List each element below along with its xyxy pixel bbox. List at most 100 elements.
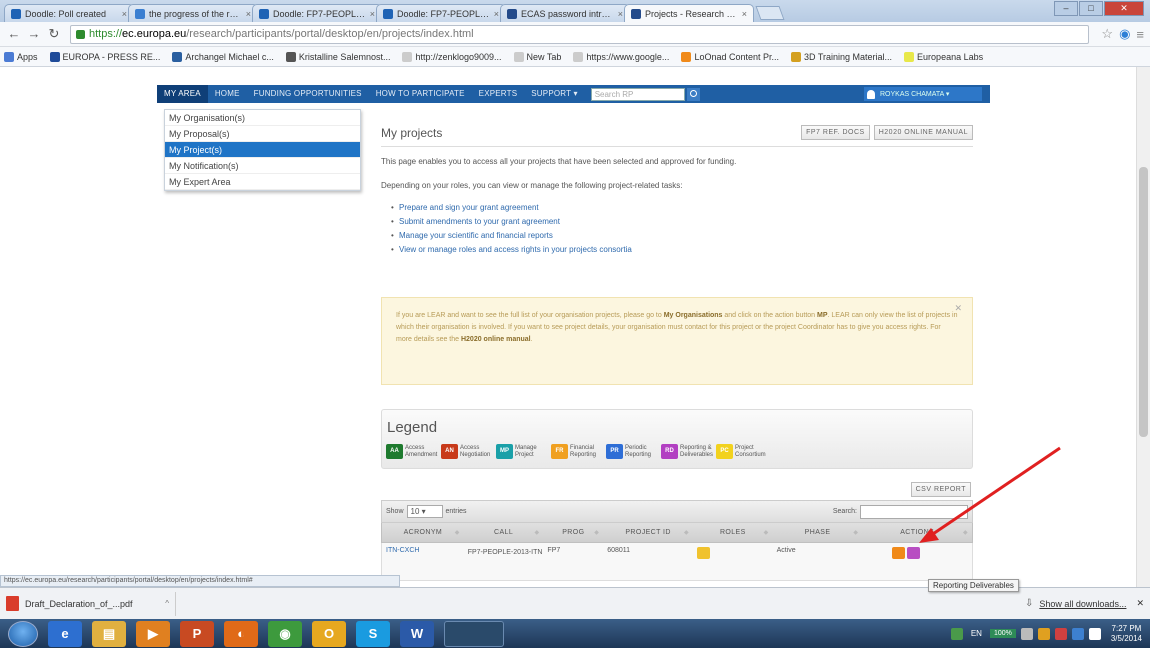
chrome-icon[interactable]: ◉ bbox=[268, 620, 302, 647]
browser-tab[interactable]: Doodle: FP7-PEOPLE-ITN× bbox=[376, 4, 506, 22]
browser-tab[interactable]: Doodle: Poll created × bbox=[4, 4, 134, 22]
explorer-icon[interactable]: ▤ bbox=[92, 620, 126, 647]
tray-app-icon[interactable] bbox=[1071, 627, 1084, 640]
minimize-button[interactable]: – bbox=[1054, 1, 1078, 16]
search-input[interactable]: Search RP bbox=[590, 87, 685, 101]
fp7-ref-docs-button[interactable]: FP7 REF. DOCS bbox=[801, 125, 870, 140]
page-scrollbar[interactable] bbox=[1136, 67, 1150, 587]
tab-close-icon[interactable]: × bbox=[122, 9, 127, 19]
legend-item: AN Access Negotiation bbox=[441, 444, 492, 459]
url-scheme: https:// bbox=[89, 28, 123, 40]
extension-icon[interactable]: ◉ bbox=[1119, 26, 1130, 42]
col-call[interactable]: CALL bbox=[464, 529, 544, 536]
new-tab-button[interactable] bbox=[755, 6, 785, 20]
skype-icon[interactable]: S bbox=[356, 620, 390, 647]
cell-prog: FP7 bbox=[547, 547, 561, 554]
menu-item-my-notification-s[interactable]: My Notification(s) bbox=[165, 158, 360, 174]
address-bar[interactable]: https:// ec.europa.eu /research/particip… bbox=[70, 24, 1090, 44]
running-app-icon[interactable] bbox=[444, 620, 504, 647]
maximize-button[interactable]: □ bbox=[1079, 1, 1103, 16]
reload-icon[interactable]: ↻ bbox=[46, 26, 62, 42]
h2020-online-manual-button[interactable]: H2020 ONLINE MANUAL bbox=[873, 125, 973, 140]
tray-app-icon[interactable] bbox=[1037, 627, 1050, 640]
clock[interactable]: 7:27 PM 3/5/2014 bbox=[1111, 624, 1142, 644]
show-all-downloads[interactable]: ⇩ Show all downloads... ✕ bbox=[1025, 598, 1144, 609]
col-phase[interactable]: PHASE bbox=[773, 529, 863, 536]
menu-item-my-project-s[interactable]: My Project(s) bbox=[165, 142, 360, 158]
media-icon[interactable]: ▶ bbox=[136, 620, 170, 647]
task-link[interactable]: View or manage roles and access rights i… bbox=[391, 245, 973, 254]
bookmark-item[interactable]: Europeana Labs bbox=[904, 51, 983, 62]
browser-tab[interactable]: the progress of the recruitm× bbox=[128, 4, 258, 22]
tray-app-icon[interactable] bbox=[1054, 627, 1067, 640]
col-roles[interactable]: ROLES bbox=[693, 529, 773, 536]
menu-item-my-proposal-s[interactable]: My Proposal(s) bbox=[165, 126, 360, 142]
browser-tab[interactable]: Projects - Research Partic× bbox=[624, 4, 754, 22]
nav-how-to-participate[interactable]: HOW TO PARTICIPATE bbox=[369, 85, 472, 103]
close-window-button[interactable]: ✕ bbox=[1104, 1, 1144, 16]
nav-my-area[interactable]: MY AREA bbox=[157, 85, 208, 103]
language-indicator[interactable]: EN bbox=[971, 629, 982, 638]
legend-mp-icon: MP bbox=[496, 444, 513, 459]
nav-home[interactable]: HOME bbox=[208, 85, 247, 103]
col-prog[interactable]: PROG bbox=[543, 529, 603, 536]
back-icon[interactable]: ← bbox=[6, 26, 22, 42]
page-size-select[interactable]: 10 ▾ bbox=[406, 505, 443, 518]
browser-tab[interactable]: Doodle: FP7-PEOPLE-ITN× bbox=[252, 4, 382, 22]
reporting-deliverables-action-icon[interactable] bbox=[907, 547, 921, 559]
tab-close-icon[interactable]: × bbox=[370, 9, 375, 19]
tab-close-icon[interactable]: × bbox=[618, 9, 623, 19]
battery-indicator[interactable]: 100% bbox=[989, 629, 1016, 638]
bookmark-item[interactable]: Archangel Michael c... bbox=[172, 51, 274, 62]
volume-icon[interactable] bbox=[1088, 627, 1101, 640]
url-domain: ec.europa.eu bbox=[122, 28, 187, 40]
scrollbar-thumb[interactable] bbox=[1139, 167, 1148, 437]
task-link[interactable]: Submit amendments to your grant agreemen… bbox=[391, 217, 973, 226]
col-acronym[interactable]: ACRONYM bbox=[382, 529, 464, 536]
menu-item-my-organisation-s[interactable]: My Organisation(s) bbox=[165, 110, 360, 126]
tab-close-icon[interactable]: × bbox=[246, 9, 251, 19]
tray-app-icon[interactable] bbox=[1020, 627, 1033, 640]
lock-icon bbox=[76, 29, 85, 39]
bookmark-item[interactable]: Apps bbox=[4, 51, 38, 62]
tab-close-icon[interactable]: × bbox=[494, 9, 499, 19]
browser-tab[interactable]: ECAS password introduct × bbox=[500, 4, 630, 22]
h2020-manual-link[interactable]: H2020 online manual bbox=[461, 336, 531, 343]
bookmark-item[interactable]: Kristalline Salemnost... bbox=[285, 51, 390, 62]
bookmark-item[interactable]: LoOnad Content Pr... bbox=[681, 51, 779, 62]
ie-icon[interactable]: e bbox=[48, 620, 82, 647]
close-download-bar-icon[interactable]: ✕ bbox=[1136, 598, 1144, 609]
menu-item-my-expert-area[interactable]: My Expert Area bbox=[165, 174, 360, 190]
my-organisations-link[interactable]: My Organisations bbox=[664, 312, 723, 319]
bookmark-item[interactable]: http://zenklogo9009... bbox=[402, 51, 502, 62]
nav-experts[interactable]: EXPERTS bbox=[472, 85, 525, 103]
bookmark-item[interactable]: 3D Training Material... bbox=[791, 51, 892, 62]
close-notice-icon[interactable]: ✕ bbox=[954, 302, 962, 314]
nav-funding-opportunities[interactable]: FUNDING OPPORTUNITIES bbox=[247, 85, 369, 103]
user-menu[interactable]: ROYKAS CHAMATA ▾ bbox=[864, 87, 982, 101]
nav-support[interactable]: SUPPORT ▾ bbox=[524, 85, 584, 103]
bookmark-item[interactable]: New Tab bbox=[513, 51, 561, 62]
star-icon[interactable]: ☆ bbox=[1101, 26, 1113, 42]
outlook-icon[interactable]: O bbox=[312, 620, 346, 647]
powerpoint-icon[interactable]: P bbox=[180, 620, 214, 647]
search-icon[interactable] bbox=[686, 87, 700, 101]
task-link[interactable]: Prepare and sign your grant agreement bbox=[391, 203, 973, 212]
show-all-downloads-link[interactable]: Show all downloads... bbox=[1039, 599, 1126, 609]
bookmark-item[interactable]: EUROPA - PRESS RE... bbox=[49, 51, 160, 62]
start-button[interactable] bbox=[8, 620, 38, 647]
firefox-icon[interactable]: ◐ bbox=[224, 620, 258, 647]
download-item[interactable]: Draft_Declaration_of_...pdf ^ bbox=[6, 591, 176, 616]
forward-icon[interactable]: → bbox=[26, 26, 42, 42]
col-project-id[interactable]: PROJECT ID bbox=[603, 529, 693, 536]
task-link[interactable]: Manage your scientific and financial rep… bbox=[391, 231, 973, 240]
chevron-up-icon[interactable]: ^ bbox=[165, 599, 169, 608]
network-icon[interactable] bbox=[950, 627, 963, 640]
browser-toolbar: ← → ↻ https:// ec.europa.eu /research/pa… bbox=[0, 22, 1150, 47]
tab-title: Doodle: Poll created bbox=[25, 8, 107, 19]
menu-icon[interactable]: ≡ bbox=[1136, 27, 1144, 42]
word-icon[interactable]: W bbox=[400, 620, 434, 647]
financial-reporting-action-icon[interactable] bbox=[892, 547, 906, 559]
tab-close-icon[interactable]: × bbox=[742, 9, 747, 19]
bookmark-item[interactable]: https://www.google... bbox=[573, 51, 669, 62]
